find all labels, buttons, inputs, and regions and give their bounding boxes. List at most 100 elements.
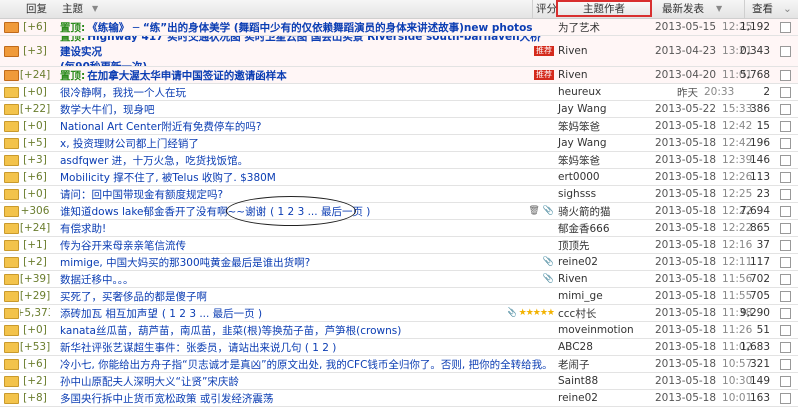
table-row[interactable]: [+306]谁知道dows lake郁金香开了没有啊~~谢谢( 1 2 3 ..… bbox=[0, 203, 798, 220]
thread-title-link[interactable]: kanata丝瓜苗，葫芦苗，南瓜苗，韭菜(根)等换茄子苗，芦笋根(crowns) bbox=[60, 325, 401, 337]
row-checkbox[interactable] bbox=[780, 291, 791, 302]
row-checkbox[interactable] bbox=[780, 274, 791, 285]
table-row[interactable]: [+8] 多国央行拆中止货币宽松政策 或引发经济震荡 reine02 2013-05-… bbox=[0, 390, 798, 407]
table-row[interactable]: [+29] 买死了，买奢侈品的都是傻子啊 mimi_ge 2013-05-18 11:5… bbox=[0, 288, 798, 305]
thread-title-link[interactable]: 在加拿大渥太华申请中国签证的邀请函样本 bbox=[87, 70, 287, 82]
table-row[interactable]: [+0] National Art Center附近有免费停车的吗? 笨妈笨爸 201… bbox=[0, 118, 798, 135]
thread-title[interactable]: Mobilicity 撑不住了, 被Telus 收购了. $380M bbox=[60, 169, 550, 185]
thread-title-link[interactable]: 买死了，买奢侈品的都是傻子啊 bbox=[60, 291, 207, 303]
sort-arrow-icon[interactable]: ▼ bbox=[716, 0, 722, 18]
row-checkbox[interactable] bbox=[780, 87, 791, 98]
table-row[interactable]: [+0] kanata丝瓜苗，葫芦苗，南瓜苗，韭菜(根)等换茄子苗，芦笋根(cro… bbox=[0, 322, 798, 339]
row-checkbox[interactable] bbox=[780, 376, 791, 387]
thread-title[interactable]: National Art Center附近有免费停车的吗? bbox=[60, 118, 550, 134]
thread-title-link[interactable]: 《练输》 ─ “练”出的身体美学 (舞蹈中少有的仅依赖舞蹈演员的身体来讲述故事)… bbox=[87, 22, 532, 34]
thread-author[interactable]: mimi_ge bbox=[556, 288, 653, 304]
header-reply[interactable]: 回复 bbox=[26, 0, 47, 18]
row-checkbox[interactable] bbox=[780, 121, 791, 132]
thread-title[interactable]: 置顶: 《练输》 ─ “练”出的身体美学 (舞蹈中少有的仅依赖舞蹈演员的身体来讲述… bbox=[60, 19, 550, 35]
thread-title-link[interactable]: x, 投资理财公司都上门经销了 bbox=[60, 138, 199, 150]
thread-title[interactable]: mimige, 中国大妈买的那300吨黄金最后是谁出货啊? bbox=[60, 254, 550, 270]
table-row[interactable]: [+22] 数学大牛们，现身吧 Jay Wang 2013-05-22 15:33 386 bbox=[0, 101, 798, 118]
thread-title[interactable]: x, 投资理财公司都上门经销了 bbox=[60, 135, 550, 151]
thread-title-link[interactable]: mimige, 中国大妈买的那300吨黄金最后是谁出货啊? bbox=[60, 257, 310, 269]
thread-author[interactable]: Jay Wang bbox=[556, 135, 653, 151]
thread-title-link[interactable]: 新华社评张艺谋超生事件：张委员，请站出来说几句 ( 1 2 ) bbox=[60, 342, 336, 354]
thread-author[interactable]: reine02 bbox=[556, 254, 653, 270]
header-rating[interactable]: 评分 bbox=[536, 0, 557, 18]
table-row[interactable]: [+6] 冷小七, 你能给出方舟子指“贝志诚才是真凶”的原文出处, 我的CFC钱币… bbox=[0, 356, 798, 373]
thread-title[interactable]: 数学大牛们，现身吧 bbox=[60, 101, 550, 117]
thread-author[interactable]: ABC28 bbox=[556, 339, 653, 355]
thread-author[interactable]: 骑火箭的猫 bbox=[556, 203, 653, 219]
thread-title-link[interactable]: 数学大牛们，现身吧 bbox=[60, 104, 155, 116]
thread-author[interactable]: Riven bbox=[556, 271, 653, 287]
thread-title-link[interactable]: asdfqwer 进，十万火急，吃货找饭馆。 bbox=[60, 155, 248, 167]
thread-title-link[interactable]: 很冷静啊，我找一个人在玩 bbox=[60, 87, 186, 99]
thread-title-link[interactable]: 请问：回中国带现金有额度规定吗? bbox=[60, 189, 223, 201]
thread-author[interactable]: ccc村长 bbox=[556, 305, 653, 321]
table-row[interactable]: [+6] 置顶: 《练输》 ─ “练”出的身体美学 (舞蹈中少有的仅依赖舞蹈演员的身… bbox=[0, 19, 798, 36]
row-checkbox[interactable] bbox=[780, 223, 791, 234]
row-checkbox[interactable] bbox=[780, 308, 791, 319]
sort-arrow-icon[interactable]: ▼ bbox=[92, 0, 98, 18]
thread-author[interactable]: moveinmotion bbox=[556, 322, 653, 338]
thread-title[interactable]: kanata丝瓜苗，葫芦苗，南瓜苗，韭菜(根)等换茄子苗，芦笋根(crowns) bbox=[60, 322, 550, 338]
thread-title[interactable]: 添砖加瓦 相互加声望 ( 1 2 3 ... 最后一页 ) bbox=[60, 305, 550, 321]
table-row[interactable]: [+1] 传为谷开来母亲亲笔信流传 顶顶先 2013-05-18 12:16 37 bbox=[0, 237, 798, 254]
thread-author[interactable]: ert0000 bbox=[556, 169, 653, 185]
thread-author[interactable]: reine02 bbox=[556, 390, 653, 406]
thread-title-link[interactable]: 数据迁移中。。。 bbox=[60, 274, 134, 286]
thread-author[interactable]: Jay Wang bbox=[556, 101, 653, 117]
row-checkbox[interactable] bbox=[780, 325, 791, 336]
table-row[interactable]: [+24] 有偿求助! 郁金香666 2013-05-18 12:22 865 bbox=[0, 220, 798, 237]
table-row[interactable]: [+3] 置顶: Highway 417 实时交通状况图 实时卫星云图 国会山实景 … bbox=[0, 36, 798, 67]
thread-author[interactable]: heureux bbox=[556, 84, 653, 100]
header-latest[interactable]: 最新发表 bbox=[662, 0, 704, 18]
thread-title[interactable]: 置顶: Highway 417 实时交通状况图 实时卫星云图 国会山实景 Rive… bbox=[60, 36, 550, 66]
thread-author[interactable]: 笨妈笨爸 bbox=[556, 152, 653, 168]
thread-title-link[interactable]: Mobilicity 撑不住了, 被Telus 收购了. $380M bbox=[60, 172, 276, 184]
row-checkbox[interactable] bbox=[780, 257, 791, 268]
thread-title-link[interactable]: 孙中山原配夫人深明大义“让贤”宋庆龄 bbox=[60, 376, 239, 388]
thread-title-link[interactable]: 冷小七, 你能给出方舟子指“贝志诚才是真凶”的原文出处, 我的CFC钱币全归你了… bbox=[60, 359, 550, 371]
row-checkbox[interactable] bbox=[780, 138, 791, 149]
row-checkbox[interactable] bbox=[780, 104, 791, 115]
table-row[interactable]: [+6] Mobilicity 撑不住了, 被Telus 收购了. $380M er… bbox=[0, 169, 798, 186]
thread-title[interactable]: asdfqwer 进，十万火急，吃货找饭馆。 bbox=[60, 152, 550, 168]
header-views[interactable]: 查看 bbox=[752, 0, 773, 18]
row-checkbox[interactable] bbox=[780, 206, 791, 217]
table-row[interactable]: [+3] asdfqwer 进，十万火急，吃货找饭馆。 笨妈笨爸 2013-05-18… bbox=[0, 152, 798, 169]
thread-title[interactable]: 传为谷开来母亲亲笔信流传 bbox=[60, 237, 550, 253]
row-checkbox[interactable] bbox=[780, 359, 791, 370]
table-row[interactable]: [+5] x, 投资理财公司都上门经销了 Jay Wang 2013-05-18 12:… bbox=[0, 135, 798, 152]
row-checkbox[interactable] bbox=[780, 240, 791, 251]
thread-title-link[interactable]: 有偿求助! bbox=[60, 223, 106, 235]
thread-author[interactable]: Saint88 bbox=[556, 373, 653, 389]
thread-title-link[interactable]: 多国央行拆中止货币宽松政策 或引发经济震荡 bbox=[60, 393, 273, 405]
row-checkbox[interactable] bbox=[780, 155, 791, 166]
row-checkbox[interactable] bbox=[780, 393, 791, 404]
thread-title[interactable]: 冷小七, 你能给出方舟子指“贝志诚才是真凶”的原文出处, 我的CFC钱币全归你了… bbox=[60, 356, 550, 372]
thread-title[interactable]: 孙中山原配夫人深明大义“让贤”宋庆龄 bbox=[60, 373, 550, 389]
table-row[interactable]: [+2] mimige, 中国大妈买的那300吨黄金最后是谁出货啊? 📎 reine0… bbox=[0, 254, 798, 271]
thread-title[interactable]: 新华社评张艺谋超生事件：张委员，请站出来说几句 ( 1 2 ) bbox=[60, 339, 550, 355]
table-row[interactable]: [+53] 新华社评张艺谋超生事件：张委员，请站出来说几句 ( 1 2 ) ABC2… bbox=[0, 339, 798, 356]
thread-author[interactable]: sighsss bbox=[556, 186, 653, 202]
row-checkbox[interactable] bbox=[780, 189, 791, 200]
thread-title[interactable]: 多国央行拆中止货币宽松政策 或引发经济震荡 bbox=[60, 390, 550, 406]
thread-title[interactable]: 很冷静啊，我找一个人在玩 bbox=[60, 84, 550, 100]
table-row[interactable]: [+39] 数据迁移中。。。 📎 Riven 2013-05-18 11:56 702 bbox=[0, 271, 798, 288]
trash-icon[interactable]: 🗑 bbox=[528, 206, 539, 216]
header-author[interactable]: 主题作者 bbox=[556, 0, 652, 17]
thread-author[interactable]: 顶顶先 bbox=[556, 237, 653, 253]
row-checkbox[interactable] bbox=[780, 70, 791, 81]
thread-title-link[interactable]: National Art Center附近有免费停车的吗? bbox=[60, 121, 261, 133]
thread-title-link[interactable]: 传为谷开来母亲亲笔信流传 bbox=[60, 240, 186, 252]
chevron-down-icon[interactable]: ⌄ bbox=[783, 0, 792, 18]
thread-author[interactable]: 笨妈笨爸 bbox=[556, 118, 653, 134]
table-row[interactable]: [+0] 请问：回中国带现金有额度规定吗? sighsss 2013-05-18 12:… bbox=[0, 186, 798, 203]
row-checkbox[interactable] bbox=[780, 22, 791, 33]
thread-title-link[interactable]: 添砖加瓦 相互加声望 bbox=[60, 308, 158, 320]
thread-author[interactable]: 郁金香666 bbox=[556, 220, 653, 236]
